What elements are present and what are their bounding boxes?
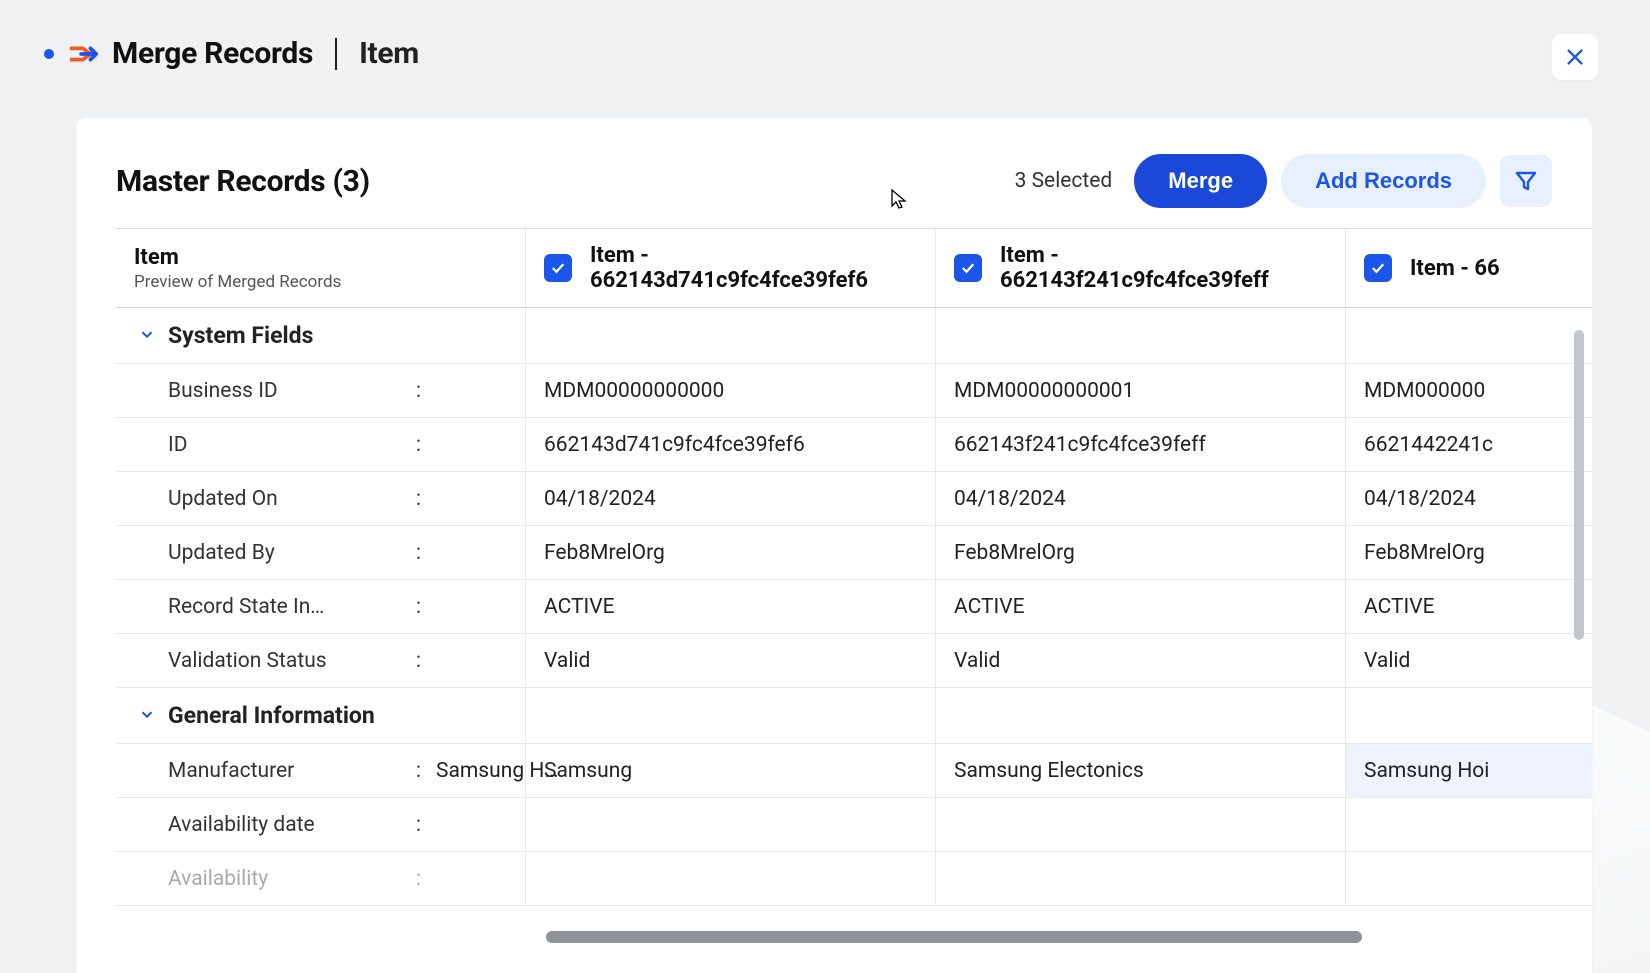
- field-value[interactable]: Valid: [936, 634, 1346, 688]
- field-value[interactable]: Samsung: [526, 744, 936, 798]
- page-title-main: Merge Records: [112, 36, 313, 71]
- chevron-down-icon: [138, 322, 156, 349]
- field-value[interactable]: ACTIVE: [936, 580, 1346, 634]
- row-header-subtitle: Preview of Merged Records: [134, 272, 341, 292]
- column-label: Item - 662143f241c9fc4fce39feff: [1000, 243, 1327, 293]
- field-label: Validation Status:: [116, 634, 526, 688]
- title-separator: [335, 38, 337, 70]
- field-value[interactable]: Samsung Hoi: [1346, 744, 1592, 798]
- field-label: Business ID:: [116, 364, 526, 418]
- column-header-0[interactable]: Item - 662143d741c9fc4fce39fef6: [526, 229, 936, 308]
- field-value[interactable]: MDM00000000000: [526, 364, 936, 418]
- horizontal-scrollbar[interactable]: [546, 931, 1362, 943]
- field-label: Availability date:: [116, 798, 526, 852]
- field-value[interactable]: MDM000000: [1346, 364, 1592, 418]
- vertical-scrollbar[interactable]: [1574, 330, 1584, 640]
- filter-button[interactable]: [1500, 155, 1552, 207]
- chevron-down-icon: [138, 702, 156, 729]
- field-value[interactable]: Feb8MrelOrg: [526, 526, 936, 580]
- selected-count: 3 Selected: [1015, 169, 1113, 193]
- merge-button[interactable]: Merge: [1134, 154, 1267, 208]
- section-header-system-fields[interactable]: System Fields: [116, 308, 526, 364]
- field-value[interactable]: 6621442241c: [1346, 418, 1592, 472]
- grid-wrap: Item Preview of Merged Records Item - 66…: [116, 228, 1592, 973]
- page-title-sub: Item: [359, 36, 419, 71]
- panel-title: Master Records (3): [116, 164, 1001, 199]
- field-value[interactable]: Feb8MrelOrg: [1346, 526, 1592, 580]
- panel: Master Records (3) 3 Selected Merge Add …: [76, 118, 1592, 973]
- field-value[interactable]: [526, 852, 936, 906]
- field-value[interactable]: Valid: [526, 634, 936, 688]
- field-label: ID:: [116, 418, 526, 472]
- empty-cell: [526, 308, 936, 364]
- close-button[interactable]: [1552, 34, 1598, 80]
- field-value[interactable]: 04/18/2024: [526, 472, 936, 526]
- column-checkbox[interactable]: [954, 254, 982, 282]
- section-header-general-information[interactable]: General Information: [116, 688, 526, 744]
- field-value[interactable]: 662143f241c9fc4fce39feff: [936, 418, 1346, 472]
- panel-header: Master Records (3) 3 Selected Merge Add …: [76, 118, 1592, 230]
- field-value[interactable]: [936, 798, 1346, 852]
- column-checkbox[interactable]: [544, 254, 572, 282]
- empty-cell: [526, 688, 936, 744]
- field-label: Availability:: [116, 852, 526, 906]
- column-label: Item - 66: [1410, 256, 1500, 281]
- row-header-title: Item: [134, 245, 179, 270]
- field-value[interactable]: [1346, 852, 1592, 906]
- add-records-button[interactable]: Add Records: [1281, 154, 1486, 208]
- field-value[interactable]: [936, 852, 1346, 906]
- merge-grid: Item Preview of Merged Records Item - 66…: [116, 228, 1592, 906]
- close-icon: [1564, 46, 1586, 68]
- field-value[interactable]: [1346, 798, 1592, 852]
- field-label: Updated On:: [116, 472, 526, 526]
- field-value[interactable]: 04/18/2024: [936, 472, 1346, 526]
- empty-cell: [1346, 308, 1592, 364]
- status-dot-icon: [44, 49, 54, 59]
- field-value[interactable]: MDM00000000001: [936, 364, 1346, 418]
- titlebar: Merge Records Item: [0, 0, 1650, 89]
- field-value[interactable]: ACTIVE: [526, 580, 936, 634]
- merge-arrow-icon: [68, 43, 98, 65]
- field-label: Manufacturer:Samsung Hom…: [116, 744, 526, 798]
- filter-icon: [1514, 169, 1538, 193]
- field-value[interactable]: Valid: [1346, 634, 1592, 688]
- field-value[interactable]: [526, 798, 936, 852]
- field-value[interactable]: ACTIVE: [1346, 580, 1592, 634]
- field-value[interactable]: 04/18/2024: [1346, 472, 1592, 526]
- empty-cell: [1346, 688, 1592, 744]
- field-value[interactable]: Feb8MrelOrg: [936, 526, 1346, 580]
- field-value[interactable]: 662143d741c9fc4fce39fef6: [526, 418, 936, 472]
- column-label: Item - 662143d741c9fc4fce39fef6: [590, 243, 917, 293]
- column-header-2[interactable]: Item - 66: [1346, 229, 1592, 308]
- field-label: Record State In…:: [116, 580, 526, 634]
- column-checkbox[interactable]: [1364, 254, 1392, 282]
- row-header-cell: Item Preview of Merged Records: [116, 229, 526, 308]
- empty-cell: [936, 308, 1346, 364]
- column-header-1[interactable]: Item - 662143f241c9fc4fce39feff: [936, 229, 1346, 308]
- empty-cell: [936, 688, 1346, 744]
- field-value[interactable]: Samsung Electonics: [936, 744, 1346, 798]
- field-label: Updated By:: [116, 526, 526, 580]
